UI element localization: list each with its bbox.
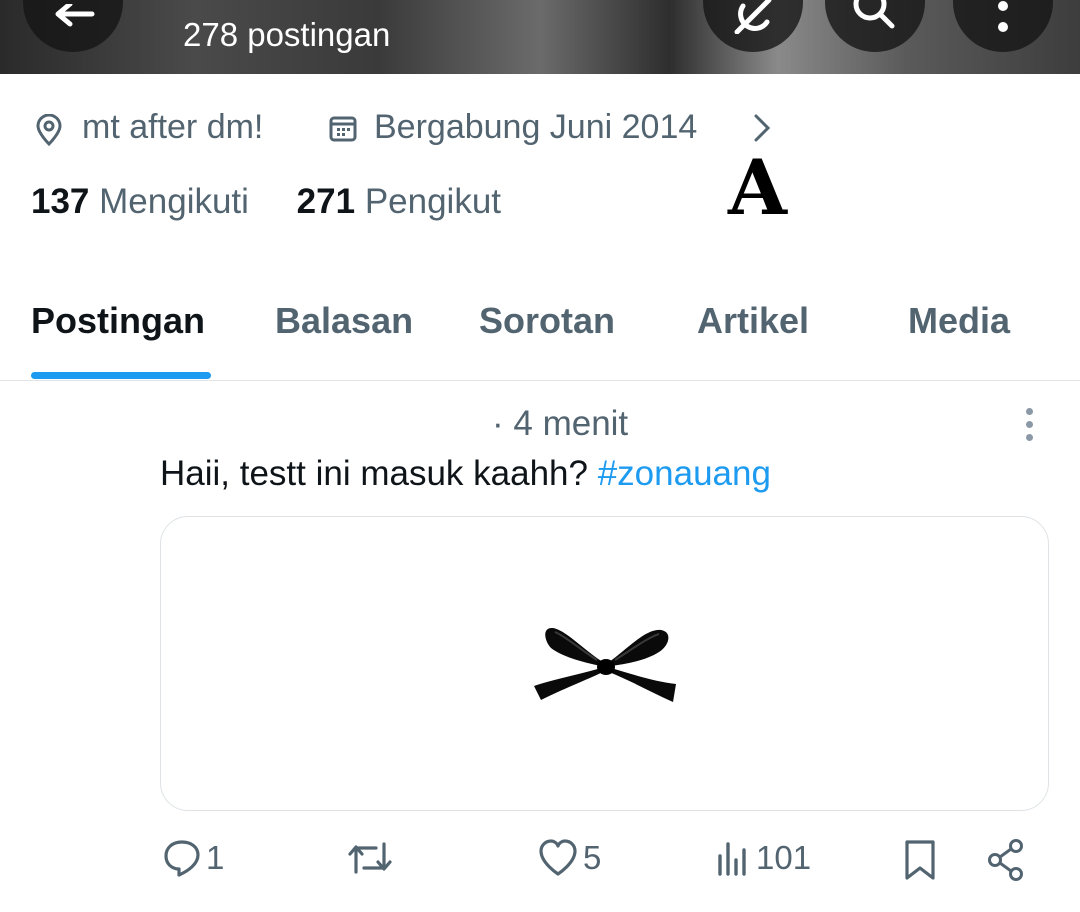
followers-label: Pengikut — [364, 182, 502, 221]
followers-link[interactable]: 271 Pengikut — [297, 182, 501, 221]
views-count: 101 — [756, 839, 812, 876]
heart-icon — [539, 839, 577, 876]
active-tab-indicator — [31, 372, 211, 379]
post-count: 278 postingan — [183, 16, 391, 53]
tab-artikel[interactable]: Artikel — [697, 300, 809, 342]
more-dot-icon — [1025, 421, 1033, 428]
chevron-right-icon[interactable] — [752, 112, 772, 144]
more-options-button[interactable] — [953, 0, 1053, 52]
bookmark-button[interactable] — [903, 838, 937, 882]
back-arrow-icon — [55, 4, 95, 27]
reply-button[interactable]: 1 — [162, 838, 224, 878]
search-button[interactable] — [825, 0, 925, 52]
calendar-icon — [329, 116, 357, 142]
more-dot-icon — [1025, 434, 1033, 441]
tab-sorotan[interactable]: Sorotan — [479, 300, 615, 342]
black-bow-icon — [534, 627, 676, 702]
share-button[interactable] — [986, 838, 1026, 882]
like-button[interactable]: 5 — [537, 838, 601, 878]
repost-button[interactable] — [346, 838, 398, 878]
post-body: Haii, testt ini masuk kaahh? — [160, 454, 598, 493]
more-dot-icon — [1025, 408, 1033, 415]
like-count: 5 — [583, 839, 602, 876]
post-more-options[interactable] — [1014, 408, 1044, 448]
followers-count: 271 — [296, 182, 356, 221]
following-link[interactable]: 137 Mengikuti — [31, 182, 249, 221]
repost-icon — [348, 842, 392, 874]
profile-banner-header: 278 postingan — [0, 0, 1080, 74]
joined-date-text: Bergabung Juni 2014 — [374, 108, 698, 146]
views-button[interactable]: 101 — [716, 838, 811, 878]
post-text: Haii, testt ini masuk kaahh? #zonauang — [160, 454, 771, 494]
grok-icon — [734, 0, 772, 34]
follow-counts: 137 Mengikuti 271 Pengikut — [31, 182, 501, 222]
reply-icon — [164, 840, 200, 877]
tab-media[interactable]: Media — [908, 300, 1010, 342]
grok-button[interactable] — [703, 0, 803, 52]
reply-count: 1 — [206, 839, 225, 876]
more-vertical-icon — [998, 1, 1008, 32]
views-chart-icon — [718, 842, 746, 876]
bookmark-icon — [905, 840, 935, 880]
profile-tabs: Postingan Balasan Sorotan Artikel Media — [0, 290, 1080, 380]
location-pin-icon — [36, 114, 62, 146]
share-icon — [988, 839, 1023, 881]
overlay-letter: A — [728, 143, 787, 232]
hashtag-link[interactable]: #zonauang — [598, 454, 771, 493]
tabs-divider — [0, 380, 1080, 381]
tab-balasan[interactable]: Balasan — [275, 300, 413, 342]
tab-postingan[interactable]: Postingan — [31, 300, 205, 342]
following-count: 137 — [31, 182, 90, 221]
back-button[interactable] — [23, 0, 123, 52]
location-text: mt after dm! — [82, 108, 264, 146]
post-actions: 1 5 101 — [0, 838, 1080, 888]
post-timestamp[interactable]: · 4 menit — [492, 404, 628, 444]
following-label: Mengikuti — [99, 182, 249, 221]
post-image[interactable] — [160, 516, 1049, 811]
search-icon — [853, 0, 895, 29]
